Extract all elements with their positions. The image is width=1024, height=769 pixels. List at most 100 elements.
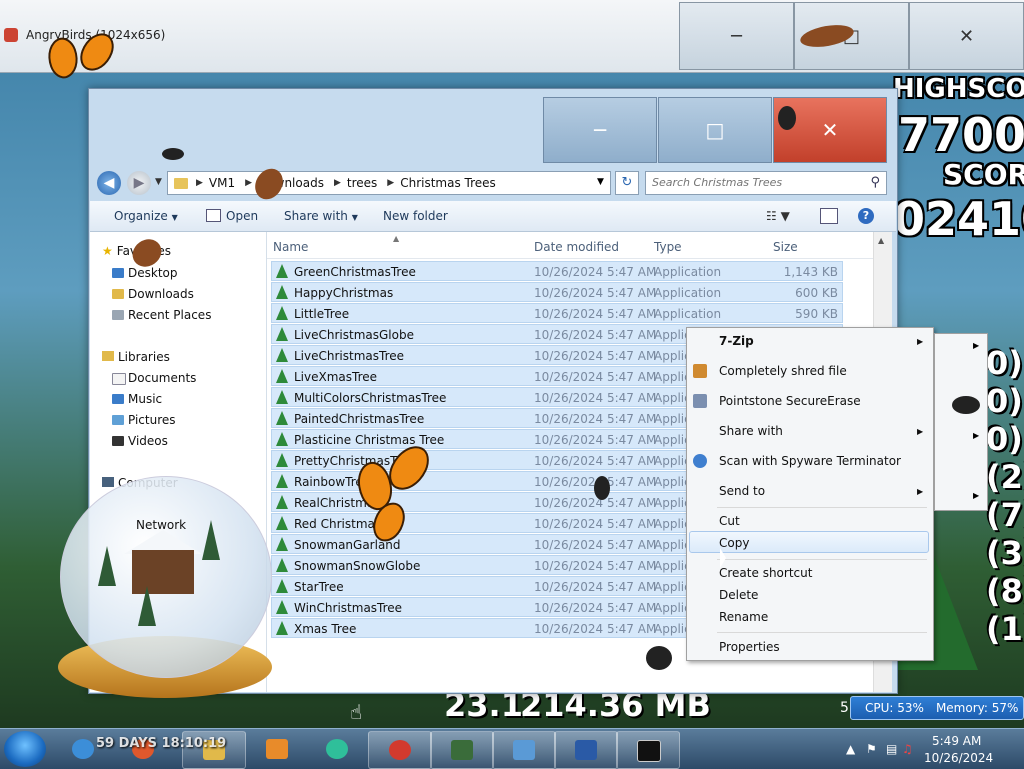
address-dropdown-icon[interactable]: ▼ [597, 177, 604, 187]
address-bar[interactable]: ▶ VM1 ▶ Downloads ▶ trees ▶ Christmas Tr… [167, 171, 611, 195]
menu-item-create-shortcut[interactable]: Create shortcut [719, 566, 812, 580]
search-input[interactable] [646, 172, 868, 192]
control-panel-icon [513, 740, 535, 760]
scroll-up-icon[interactable]: ▲ [878, 236, 884, 245]
breadcrumb-christmas-trees[interactable]: Christmas Trees [400, 176, 502, 190]
back-button[interactable]: ◀ [97, 171, 121, 195]
butterfly-decoration [42, 28, 118, 104]
column-header-date[interactable]: Date modified [534, 240, 619, 254]
game-close-button[interactable]: ✕ [909, 2, 1024, 70]
table-row[interactable]: LittleTree 10/26/2024 5:47 AM Application 5… [271, 303, 843, 323]
breadcrumb-vm1[interactable]: VM1 [209, 176, 241, 190]
explorer-minimize-button[interactable]: ─ [543, 97, 657, 163]
volume-icon[interactable]: ♫ [902, 742, 913, 756]
open-button[interactable]: Open [206, 209, 258, 223]
score-value: 02410 [893, 192, 1024, 246]
christmas-tree-icon [276, 537, 288, 551]
menu-item-delete[interactable]: Delete [719, 588, 758, 602]
nav-item-label: Music [128, 392, 163, 406]
internet-explorer-icon [72, 739, 94, 759]
search-box[interactable]: ⚲ [645, 171, 887, 195]
menu-item-send-to[interactable]: Send to [719, 484, 765, 498]
nav-item-desktop[interactable]: Desktop [112, 266, 178, 280]
menu-separator [717, 507, 927, 508]
taskbar-app[interactable] [306, 731, 368, 767]
forward-button[interactable]: ▶ [127, 171, 151, 195]
recent-pages-dropdown[interactable]: ▼ [155, 177, 162, 187]
fly-decoration [952, 396, 980, 414]
file-size: 590 KB [795, 307, 838, 321]
game-titlebar[interactable]: AngryBirds (1024x656) ─ □ ✕ [0, 0, 1024, 73]
organize-button[interactable]: Organize ▼ [114, 209, 178, 223]
menu-item-properties[interactable]: Properties [719, 640, 780, 654]
nav-network[interactable]: Network [136, 518, 186, 532]
nav-item-downloads[interactable]: Downloads [112, 287, 194, 301]
level-score: (7) [986, 496, 1024, 534]
breadcrumb-separator[interactable]: ▶ [383, 178, 400, 188]
file-name: LittleTree [294, 307, 350, 321]
file-name: LiveChristmasGlobe [294, 328, 414, 342]
level-score: (2) [986, 458, 1024, 496]
taskbar-media-player[interactable] [246, 731, 308, 767]
preview-pane-icon[interactable] [820, 208, 838, 224]
angry-birds-icon [4, 28, 18, 42]
action-center-icon[interactable]: ⚑ [866, 742, 877, 756]
search-icon[interactable]: ⚲ [870, 175, 880, 190]
breadcrumb-trees[interactable]: trees [347, 176, 383, 190]
start-button[interactable] [4, 731, 46, 767]
file-type: Application [654, 286, 722, 300]
menu-item-rename[interactable]: Rename [719, 610, 768, 624]
submenu-arrow-icon: ▶ [917, 487, 924, 496]
christmas-tree-icon [276, 432, 288, 446]
taskbar-window[interactable] [554, 731, 618, 769]
file-date: 10/26/2024 5:47 AM [534, 496, 657, 510]
taskbar-cmd[interactable] [616, 731, 680, 769]
share-with-button[interactable]: Share with ▼ [284, 209, 358, 223]
score-label: SCORE [943, 158, 1024, 191]
menu-item-shred-file[interactable]: Completely shred file [719, 364, 847, 378]
network-icon[interactable]: ▤ [886, 742, 897, 756]
help-icon[interactable]: ? [858, 208, 874, 224]
nav-item-recent-places[interactable]: Recent Places [112, 308, 211, 322]
christmas-tree-icon [276, 285, 288, 299]
butterfly-wing [76, 28, 118, 76]
file-name: SnowmanSnowGlobe [294, 559, 421, 573]
nav-item-music[interactable]: Music [112, 392, 163, 406]
column-header-size[interactable]: Size [773, 240, 798, 254]
column-header-type[interactable]: Type [654, 240, 682, 254]
christmas-tree-icon [276, 474, 288, 488]
taskbar-control-panel[interactable] [492, 731, 556, 769]
taskbar-task-manager[interactable] [430, 731, 494, 769]
christmas-tree-icon [276, 579, 288, 593]
breadcrumb-separator[interactable]: ▶ [330, 178, 347, 188]
view-options-icon[interactable]: ☷ ▼ [766, 209, 790, 223]
taskbar-angry-birds[interactable] [368, 731, 432, 769]
file-date: 10/26/2024 5:47 AM [534, 391, 657, 405]
level-score: 0) [986, 382, 1023, 420]
show-hidden-icons[interactable]: ▲ [846, 742, 855, 756]
nav-libraries[interactable]: Libraries [102, 350, 170, 364]
downloads-folder-icon [112, 289, 124, 299]
christmas-tree-icon [276, 516, 288, 530]
breadcrumb-separator[interactable]: ▶ [192, 178, 209, 188]
clock-time[interactable]: 5:49 AM [932, 734, 981, 748]
cpu-usage: CPU: 53% [865, 701, 924, 715]
menu-item-secure-erase[interactable]: Pointstone SecureErase [719, 394, 861, 408]
menu-item-share-with[interactable]: Share with [719, 424, 783, 438]
nav-item-videos[interactable]: Videos [112, 434, 168, 448]
nav-item-pictures[interactable]: Pictures [112, 413, 176, 427]
menu-item-cut[interactable]: Cut [719, 514, 740, 528]
table-row[interactable]: HappyChristmas 10/26/2024 5:47 AM Applicat… [271, 282, 843, 302]
menu-item-spyware-scan[interactable]: Scan with Spyware Terminator [719, 454, 901, 468]
new-folder-button[interactable]: New folder [383, 209, 448, 223]
file-date: 10/26/2024 5:47 AM [534, 307, 657, 321]
clock-date[interactable]: 10/26/2024 [924, 751, 993, 765]
menu-item-7zip[interactable]: 7-Zip [719, 334, 754, 348]
refresh-icon[interactable]: ↻ [615, 171, 639, 195]
game-minimize-button[interactable]: ─ [679, 2, 794, 70]
column-header-name[interactable]: Name [273, 240, 308, 254]
file-name: GreenChristmasTree [294, 265, 416, 279]
explorer-maximize-button[interactable]: □ [658, 97, 772, 163]
table-row[interactable]: GreenChristmasTree 10/26/2024 5:47 AM Appl… [271, 261, 843, 281]
nav-item-documents[interactable]: Documents [112, 371, 196, 385]
